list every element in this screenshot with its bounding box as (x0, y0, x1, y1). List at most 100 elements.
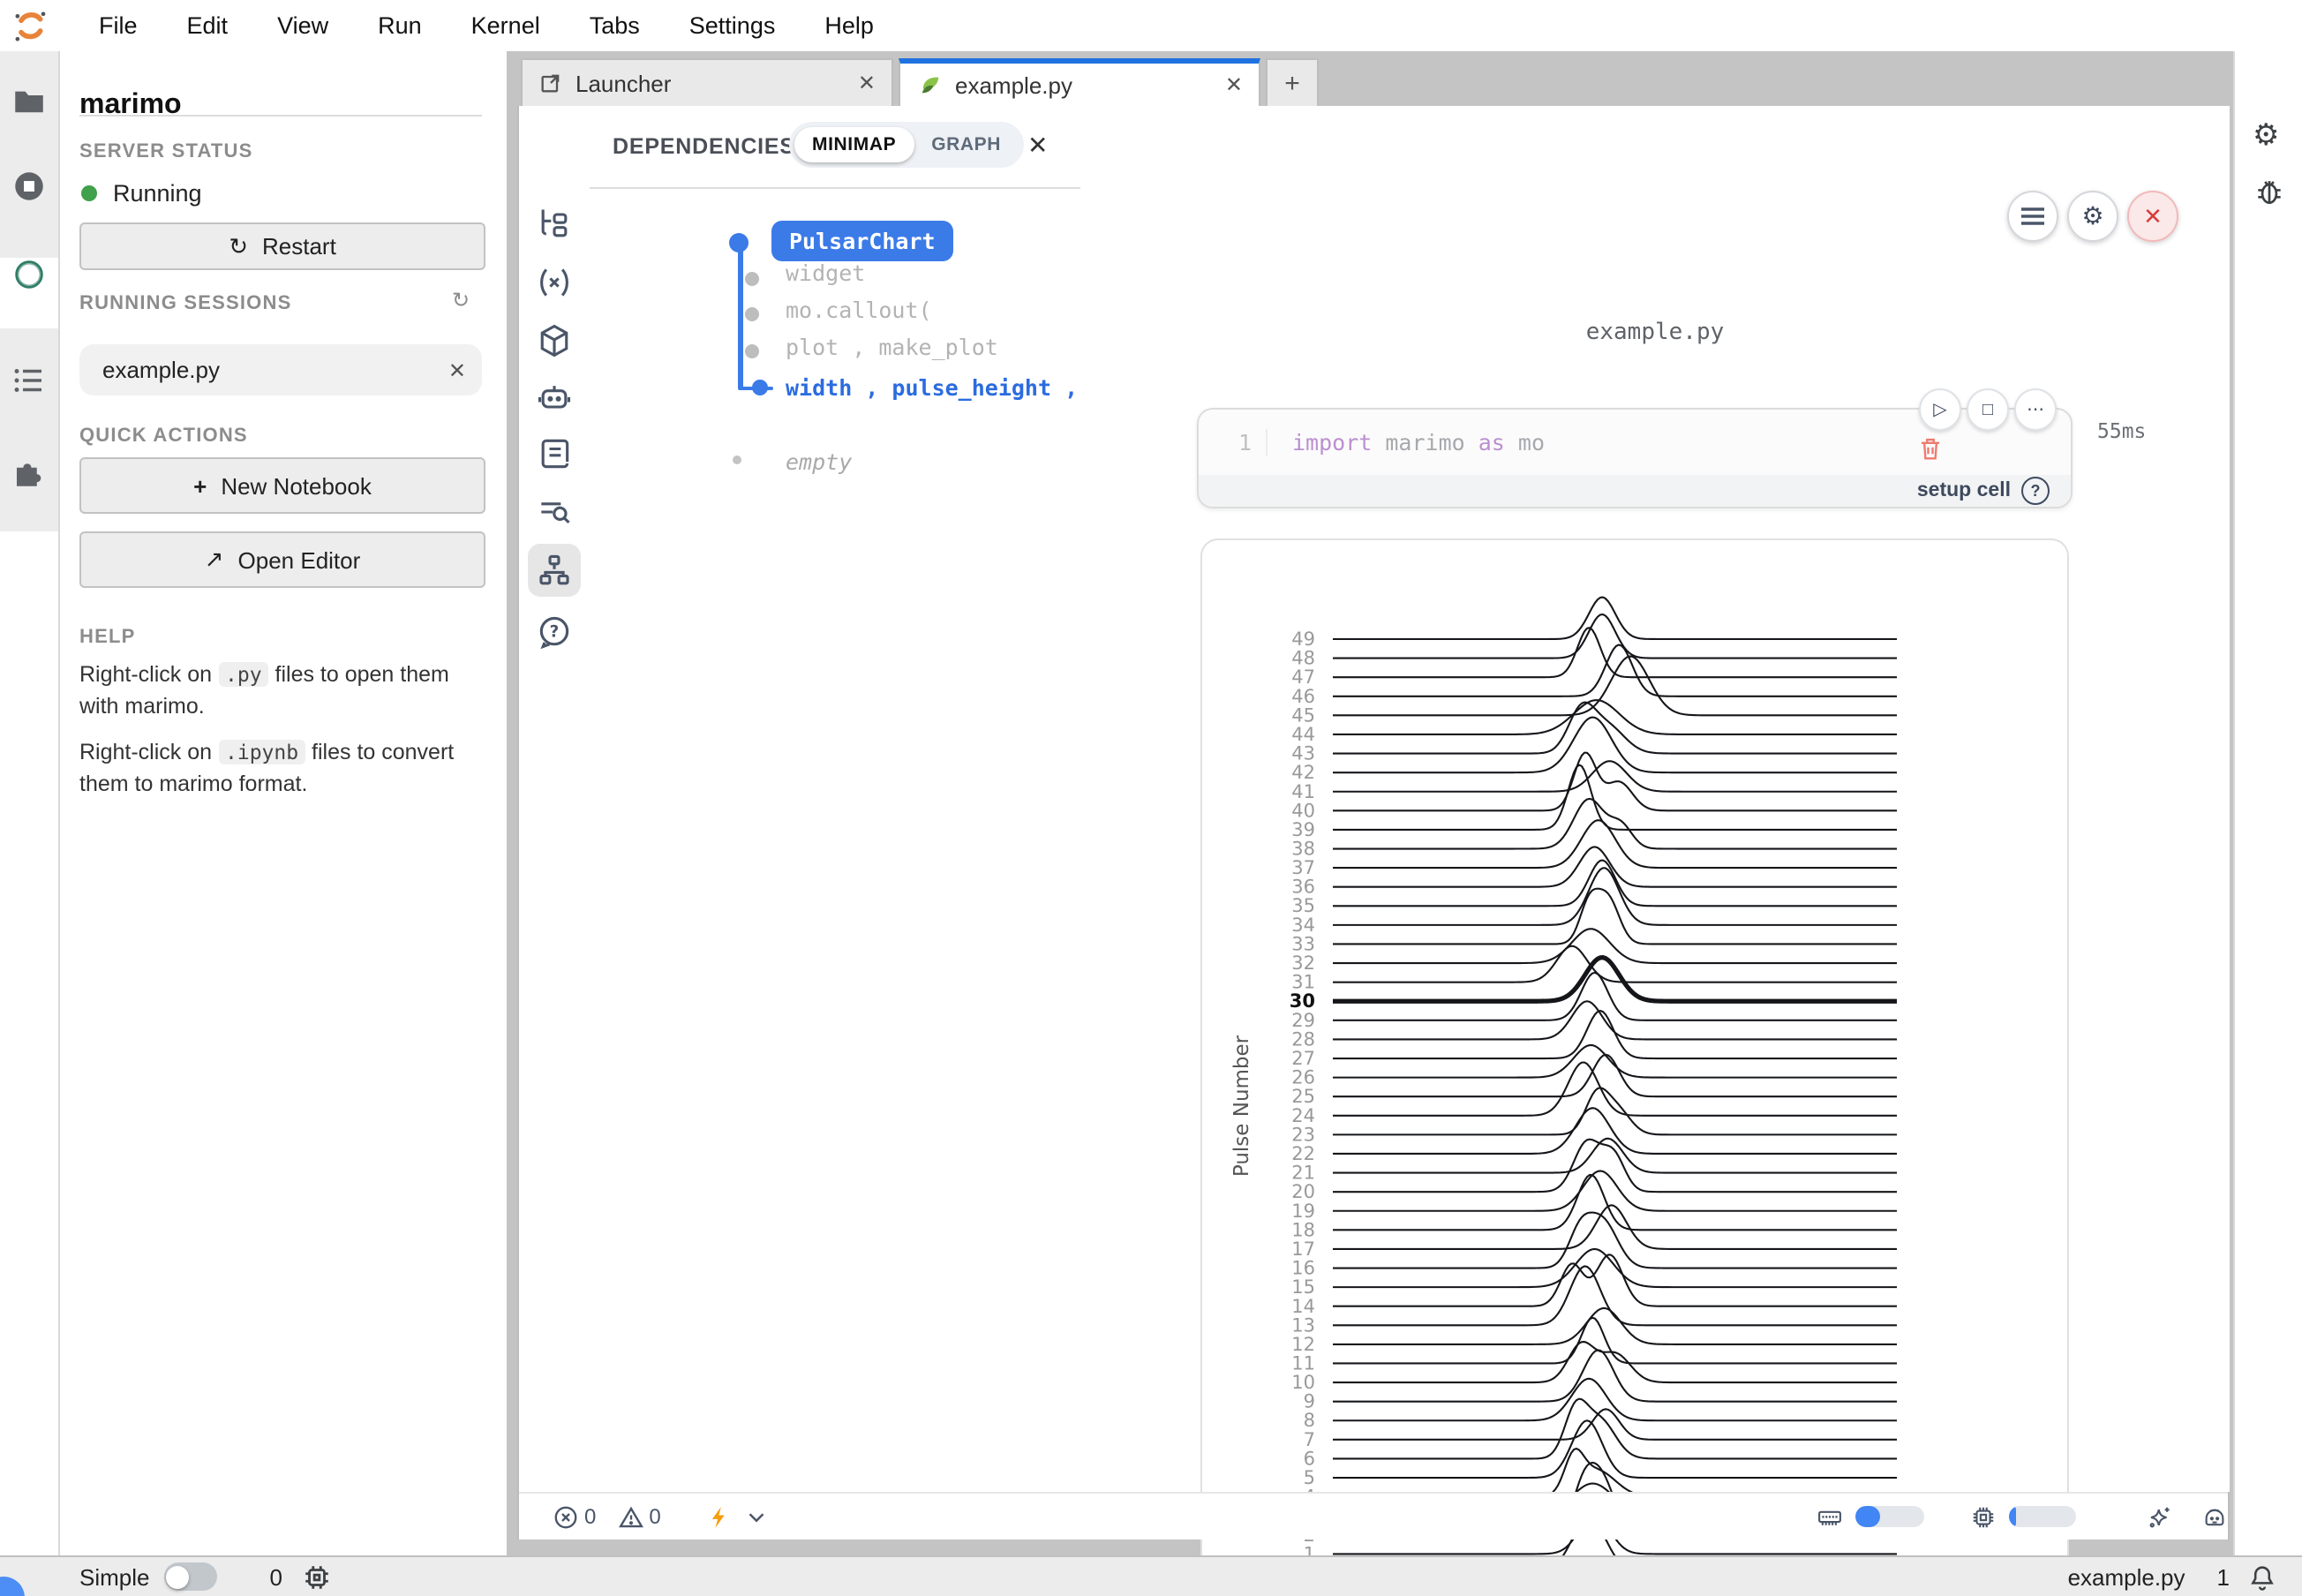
cell-more-button[interactable]: ⋯ (2014, 388, 2057, 431)
pulsar-ridgeline-chart: Pulse Number0204060801001201401601802002… (1202, 540, 2069, 1596)
menu-help[interactable]: Help (824, 12, 874, 39)
menu-edit[interactable]: Edit (187, 12, 229, 39)
errors-icon[interactable] (553, 1503, 579, 1530)
dependencies-icon[interactable] (528, 544, 581, 597)
file-browser-icon[interactable] (11, 83, 48, 120)
setup-cell-label: setup cell (1917, 480, 2011, 501)
cell-code[interactable]: import marimo as mo (1292, 429, 1545, 455)
dependencies-header: DEPENDENCIES MINIMAP GRAPH ✕ (590, 106, 1080, 189)
status-dot (81, 185, 97, 201)
warning-count: 0 (649, 1504, 660, 1529)
tree-item-empty[interactable]: empty (786, 448, 852, 475)
menu-kernel[interactable]: Kernel (471, 12, 540, 39)
right-activity-bar: ⚙ (2233, 51, 2302, 1555)
cell-footer: setup cell ? (1199, 475, 2071, 507)
close-icon: ✕ (2143, 202, 2163, 230)
help-heading: HELP (79, 627, 136, 648)
tree-node-dot (745, 344, 759, 358)
tree-item-widget[interactable]: widget (786, 260, 865, 286)
ai-assistant-icon[interactable] (535, 378, 574, 417)
setup-help-icon[interactable]: ? (2021, 477, 2050, 505)
svg-text:35: 35 (1291, 895, 1315, 916)
help-paragraph-1: Right-click on .py files to open them wi… (79, 659, 489, 722)
menu-tabs[interactable]: Tabs (590, 12, 640, 39)
menu-bar: File Edit View Run Kernel Tabs Settings … (0, 0, 2302, 51)
settings-gear-icon[interactable]: ⚙ (2253, 118, 2286, 152)
tree-item-plot[interactable]: plot , make_plot (786, 334, 998, 360)
run-mode-lightning-icon[interactable] (707, 1503, 733, 1530)
svg-text:26: 26 (1291, 1067, 1315, 1088)
toggle-minimap[interactable]: MINIMAP (794, 127, 914, 162)
statusbar-file-name: example.py (2068, 1563, 2185, 1590)
extensions-icon[interactable] (11, 454, 48, 491)
tree-item-pulsarchart[interactable]: PulsarChart (771, 221, 953, 261)
delete-cell-icon[interactable] (1917, 434, 1944, 463)
notebook-menu-button[interactable] (2007, 191, 2058, 242)
new-notebook-button[interactable]: + New Notebook (79, 457, 485, 514)
cpu-usage-meter (2008, 1506, 2076, 1527)
cpu-status-icon[interactable] (302, 1562, 332, 1592)
svg-text:29: 29 (1291, 1010, 1315, 1031)
tree-connector-line (738, 242, 742, 390)
tree-item-callout[interactable]: mo.callout( (786, 297, 932, 323)
menu-file[interactable]: File (99, 12, 138, 39)
chevron-down-icon[interactable] (744, 1503, 771, 1530)
svg-text:42: 42 (1291, 762, 1315, 783)
close-session-icon[interactable]: ✕ (448, 358, 466, 382)
toggle-graph[interactable]: GRAPH (914, 127, 1019, 162)
tree-node-dot (733, 455, 741, 464)
tree-node-dot (745, 271, 759, 285)
close-tab-icon[interactable]: ✕ (1225, 72, 1243, 97)
chart-output-card: Pulse Number0204060801001201401601802002… (1200, 538, 2069, 1596)
svg-text:28: 28 (1291, 1028, 1315, 1050)
svg-text:24: 24 (1291, 1105, 1315, 1126)
refresh-sessions-icon[interactable]: ↻ (452, 288, 470, 312)
file-explorer-icon[interactable] (535, 205, 574, 244)
svg-text:33: 33 (1291, 933, 1315, 954)
svg-text:9: 9 (1304, 1391, 1315, 1412)
debug-bug-icon[interactable] (2253, 175, 2286, 208)
divider (79, 115, 482, 117)
scratchpad-search-icon[interactable] (535, 493, 574, 531)
help-icon[interactable]: ? (535, 613, 574, 651)
table-of-contents-icon[interactable] (11, 362, 48, 399)
svg-text:8: 8 (1304, 1410, 1315, 1431)
restart-button[interactable]: ↻ Restart (79, 222, 485, 270)
packages-icon[interactable] (535, 321, 574, 360)
copilot-icon[interactable] (2201, 1503, 2228, 1530)
tab-launcher[interactable]: Launcher ✕ (521, 58, 893, 106)
ipynb-extension-chip: .ipynb (218, 740, 305, 764)
notebook-footer: 0 0 (519, 1492, 2228, 1540)
server-status-value: Running (113, 180, 202, 207)
shutdown-button[interactable]: ✕ (2127, 191, 2178, 242)
svg-text:23: 23 (1291, 1124, 1315, 1145)
restart-icon: ↻ (229, 232, 248, 260)
marimo-logo-icon (12, 8, 48, 43)
running-sessions-heading: RUNNING SESSIONS (79, 293, 291, 314)
run-cell-button[interactable]: ▷ (1919, 388, 1961, 431)
simple-mode-toggle[interactable] (164, 1562, 217, 1591)
menu-run[interactable]: Run (378, 12, 422, 39)
mode-label: Simple (79, 1563, 150, 1590)
running-kernels-icon[interactable] (11, 168, 48, 205)
new-tab-button[interactable]: + (1266, 58, 1319, 108)
marimo-ring-icon[interactable] (11, 256, 48, 293)
bell-icon[interactable] (2247, 1562, 2277, 1592)
notebook-settings-button[interactable]: ⚙ (2067, 191, 2118, 242)
session-name: example.py (102, 357, 220, 383)
status-bar: Simple 0 example.py 1 (0, 1555, 2302, 1596)
server-status-row: Running (81, 180, 202, 207)
menu-view[interactable]: View (277, 12, 328, 39)
stop-cell-button[interactable]: □ (1967, 388, 2009, 431)
variables-icon[interactable] (535, 263, 574, 302)
session-item[interactable]: example.py ✕ (79, 344, 482, 395)
close-panel-icon[interactable]: ✕ (1027, 131, 1048, 161)
close-tab-icon[interactable]: ✕ (858, 71, 876, 95)
svg-text:21: 21 (1291, 1163, 1315, 1184)
tab-example-py[interactable]: example.py ✕ (899, 58, 1260, 106)
logs-icon[interactable] (535, 434, 574, 473)
warnings-icon[interactable] (617, 1503, 643, 1530)
ai-sparkle-icon[interactable] (2147, 1503, 2173, 1530)
open-editor-button[interactable]: ↗ Open Editor (79, 531, 485, 588)
menu-settings[interactable]: Settings (689, 12, 776, 39)
